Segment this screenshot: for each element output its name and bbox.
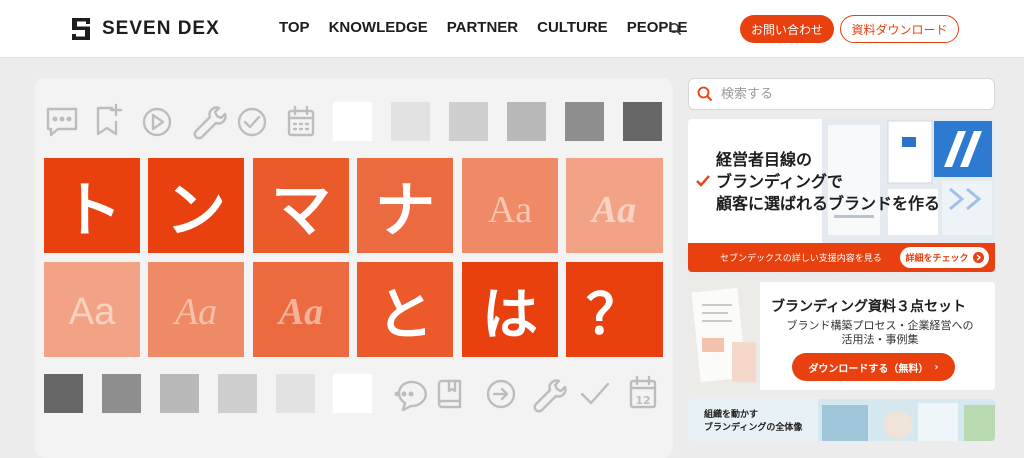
banner-subtitle: ブランド構築プロセス・企業経営への 活用法・事例集: [780, 319, 980, 347]
banner-cta-bar: セブンデックスの詳しい支援内容を見る 詳細をチェック: [688, 243, 995, 272]
swatch: [160, 374, 199, 413]
swatch: [565, 102, 604, 141]
banner-subtitle-line: ブランド構築プロセス・企業経営への: [786, 319, 974, 332]
swatch: [449, 102, 488, 141]
swatch: [333, 102, 372, 141]
arrow-right-circle-icon: [972, 252, 984, 263]
banner-title-line: 顧客に選ばれるブランドを作る: [716, 194, 941, 213]
play-icon: [142, 107, 172, 137]
logo-text: SEVEN DEX: [102, 18, 220, 39]
comment-dots-icon: [394, 380, 427, 412]
wrench-icon: [193, 106, 227, 140]
search-icon[interactable]: [668, 22, 682, 36]
tile-text: Aa: [590, 189, 636, 231]
nav-culture[interactable]: CULTURE: [537, 19, 608, 36]
banner-title-line: ブランディングの全体像: [704, 423, 803, 433]
search-icon: [697, 86, 713, 102]
search-input[interactable]: [721, 86, 971, 102]
tile-text: Aa: [69, 291, 116, 333]
check-details-button[interactable]: 詳細をチェック: [900, 247, 989, 268]
comment-icon: [46, 107, 78, 137]
tile-text: は: [482, 283, 538, 348]
banner-title: ブランディング資料３点セット: [771, 299, 967, 315]
banner-title-line: 組織を動かす: [704, 410, 759, 420]
download-docs-button[interactable]: 資料ダウンロード: [840, 15, 959, 43]
swatch: [391, 102, 430, 141]
nav-partner[interactable]: PARTNER: [447, 19, 518, 36]
checkmark-icon: [580, 382, 610, 405]
site-logo[interactable]: SEVEN DEX: [70, 16, 220, 42]
site-header: SEVEN DEX TOP KNOWLEDGE PARTNER CULTURE …: [0, 0, 1024, 58]
seven-dex-logo-icon: [72, 18, 90, 40]
tile-text: ト: [62, 176, 122, 246]
banner-title-line: 経営者目線の: [716, 150, 813, 169]
swatch: [218, 374, 257, 413]
hero-thumbnail[interactable]: ト ン マ ナ Aa Aa Aa Aa Aa と は ？ 12: [35, 78, 673, 458]
tile-text: マ: [271, 176, 331, 246]
hero-illustration: ト ン マ ナ Aa Aa Aa Aa Aa と は ？ 12: [44, 102, 663, 413]
main-nav: TOP KNOWLEDGE PARTNER CULTURE PEOPLE: [279, 19, 688, 36]
swatch: [276, 374, 315, 413]
download-button[interactable]: ダウンロードする（無料） ›: [792, 353, 955, 381]
button-label: ダウンロードする（無料）: [808, 363, 929, 375]
document-photo: [688, 282, 760, 390]
calendar-icon: [287, 105, 315, 137]
banner-cta-text: セブンデックスの詳しい支援内容を見る: [720, 254, 882, 264]
banner-title: 経営者目線の ブランディングで 顧客に選ばれるブランドを作る: [716, 149, 976, 215]
banner-title: 組織を動かす ブランディングの全体像: [704, 409, 802, 435]
team-photo: [818, 399, 995, 441]
tile-text: ナ: [375, 176, 435, 246]
banner-subtitle-line: 活用法・事例集: [841, 333, 919, 346]
chevron-right-icon: ›: [934, 361, 939, 373]
contact-button[interactable]: お問い合わせ: [740, 15, 834, 43]
branding-overview-banner[interactable]: 組織を動かす ブランディングの全体像: [688, 399, 995, 441]
banner-title-line: ブランディングで: [716, 172, 843, 191]
wrench-icon: [533, 379, 567, 413]
book-icon: [437, 379, 462, 409]
branding-service-banner[interactable]: 経営者目線の ブランディングで 顧客に選ばれるブランドを作る セブンデックスの詳…: [688, 119, 995, 272]
tile-text: Aa: [277, 291, 323, 333]
tile-text: Aa: [488, 189, 532, 231]
tile-text: ？: [586, 283, 642, 348]
tile-text: と: [377, 283, 433, 348]
sidebar-search[interactable]: [688, 78, 995, 110]
swatch: [507, 102, 546, 141]
check-circle-icon: [237, 107, 267, 137]
calendar-day: 12: [635, 394, 650, 407]
download-materials-banner[interactable]: ブランディング資料３点セット ブランド構築プロセス・企業経営への 活用法・事例集…: [688, 282, 995, 390]
check-icon: [696, 175, 710, 187]
swatch: [333, 374, 372, 413]
bookmark-add-icon: [96, 103, 123, 136]
arrow-right-circle-icon: [486, 379, 516, 409]
tile-text: ン: [166, 176, 226, 246]
button-label: 詳細をチェック: [905, 254, 969, 264]
nav-knowledge[interactable]: KNOWLEDGE: [329, 19, 428, 36]
tile-text: Aa: [172, 291, 217, 333]
nav-top[interactable]: TOP: [279, 19, 310, 36]
swatch: [102, 374, 141, 413]
swatch: [623, 102, 662, 141]
swatch: [44, 374, 83, 413]
